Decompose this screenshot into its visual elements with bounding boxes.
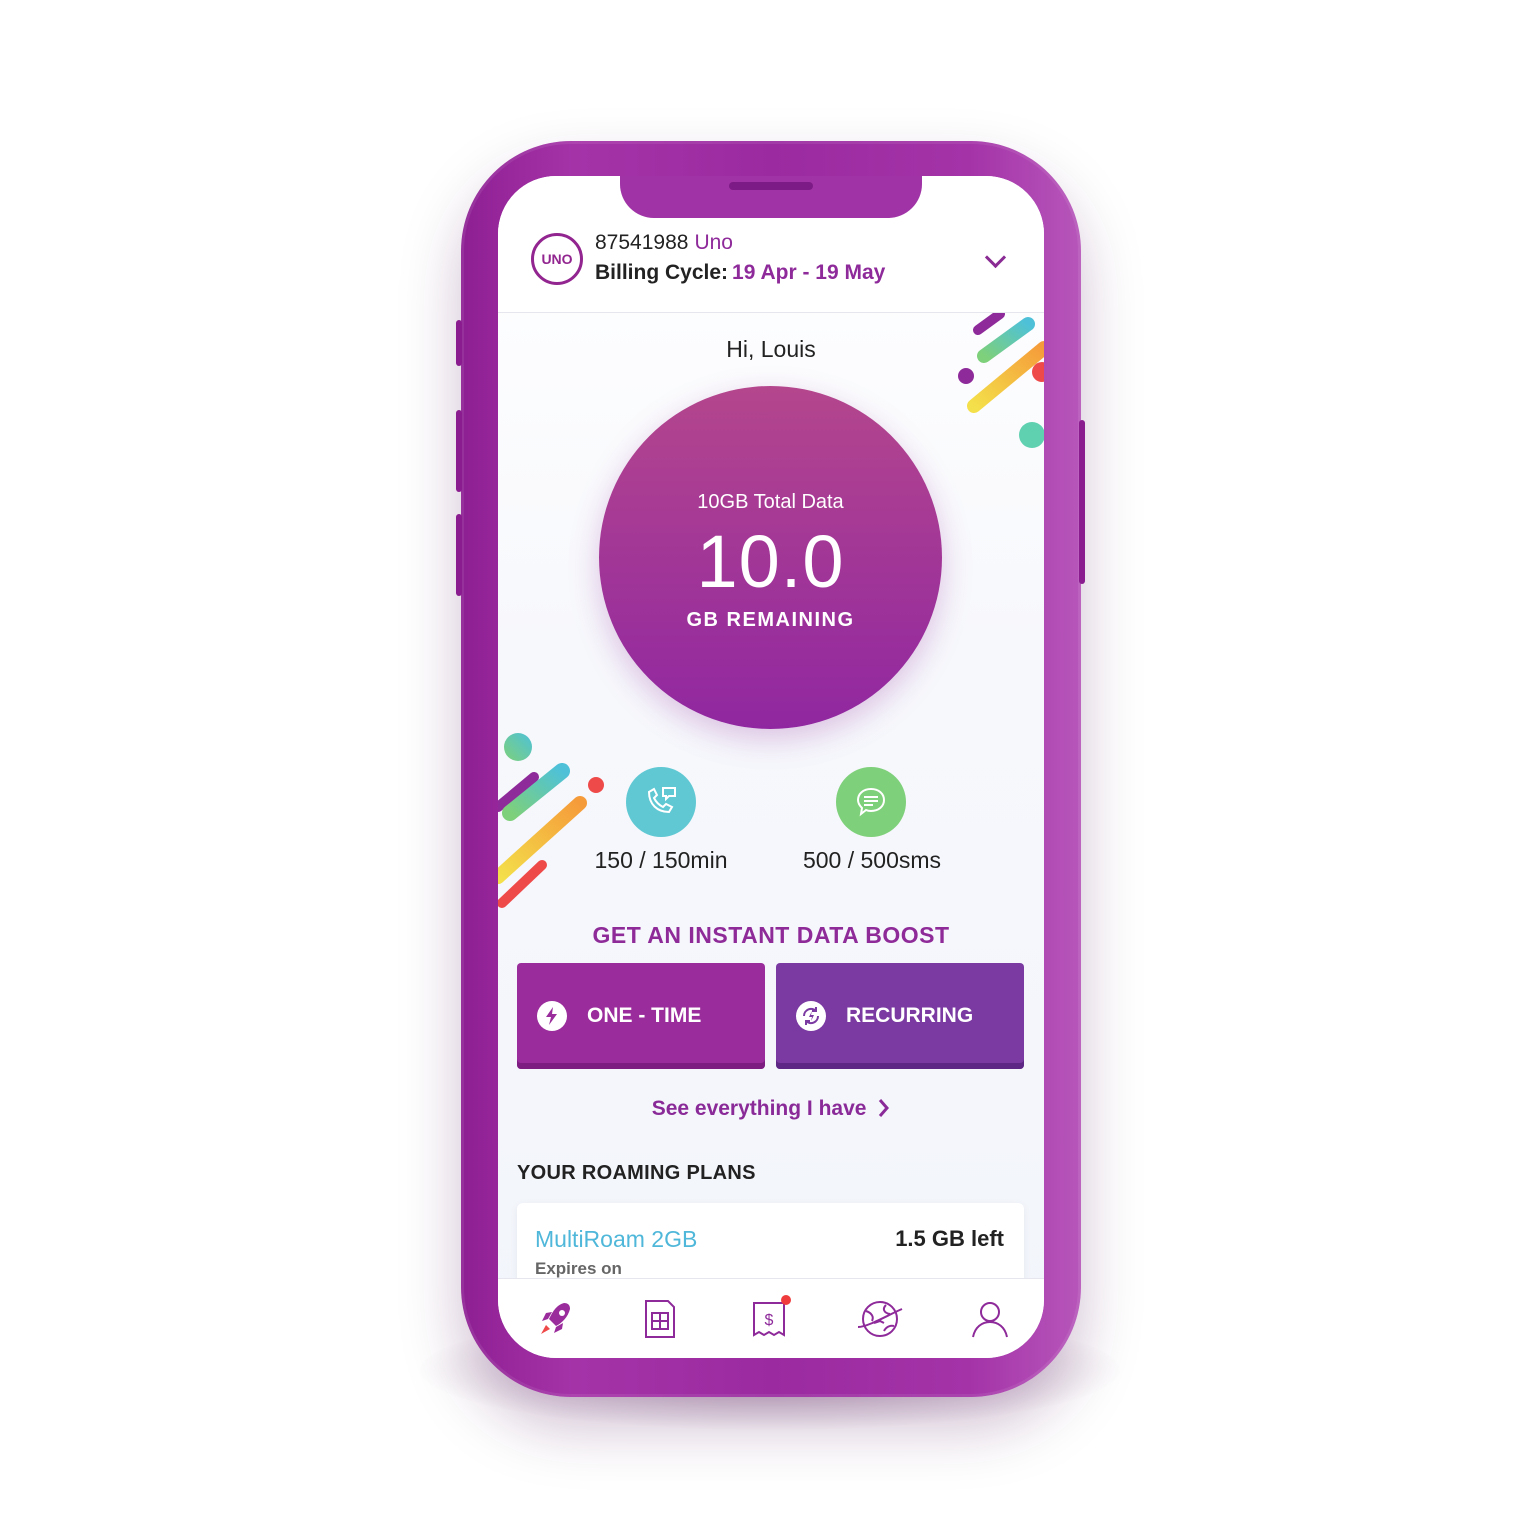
speaker-grille — [729, 182, 813, 190]
lightning-icon — [537, 1001, 567, 1031]
account-brand: Uno — [694, 231, 733, 254]
chevron-down-icon[interactable] — [984, 246, 1007, 269]
plan-expiry-label: Expires on — [535, 1259, 622, 1278]
power-button — [1079, 420, 1085, 584]
account-line: 87541988 Uno — [595, 231, 733, 255]
recurring-boost-button[interactable]: RECURRING — [776, 963, 1024, 1069]
data-boost-title: GET AN INSTANT DATA BOOST — [592, 922, 950, 948]
recurring-icon — [796, 1001, 826, 1031]
see-everything-link[interactable]: See everything I have — [498, 1097, 1044, 1121]
message-icon[interactable] — [836, 767, 906, 837]
billing-cycle: Billing Cycle: 19 Apr - 19 May — [595, 261, 885, 285]
see-everything-label: See everything I have — [651, 1097, 867, 1120]
recurring-label: RECURRING — [846, 1004, 974, 1027]
uno-logo: UNO — [531, 233, 583, 285]
rocket-icon[interactable] — [534, 1297, 578, 1341]
svg-text:$: $ — [765, 1312, 774, 1329]
silent-switch — [456, 320, 462, 366]
volume-down-button — [456, 514, 462, 596]
voice-usage: 150 / 150min — [594, 847, 728, 873]
one-time-label: ONE - TIME — [587, 1004, 702, 1027]
decor-streaks-left — [498, 733, 604, 908]
plan-name: MultiRoam 2GB — [535, 1226, 698, 1252]
billing-label: Billing Cycle: — [595, 261, 729, 284]
app-screen: UNO 87541988 Uno Billing Cycle: 19 Apr - 1… — [498, 176, 1044, 1358]
plan-remaining: 1.5 GB left — [895, 1226, 1004, 1251]
chevron-right-icon — [879, 1099, 890, 1117]
total-data-label: 10GB Total Data — [697, 491, 844, 513]
sms-usage: 500 / 500sms — [802, 847, 942, 873]
billing-dates: 19 Apr - 19 May — [732, 261, 886, 284]
profile-icon[interactable] — [968, 1297, 1012, 1341]
phone-number: 87541988 — [595, 231, 689, 254]
globe-plane-icon[interactable] — [856, 1297, 903, 1341]
roaming-plans-title: YOUR ROAMING PLANS — [517, 1162, 756, 1184]
bill-icon[interactable]: $ — [748, 1295, 792, 1341]
remaining-value: 10.0 — [696, 520, 845, 603]
greeting: Hi, Louis — [726, 336, 816, 362]
bottom-tab-bar: $ — [498, 1278, 1044, 1358]
one-time-boost-button[interactable]: ONE - TIME — [517, 963, 765, 1069]
notification-dot — [781, 1295, 791, 1305]
sim-card-icon[interactable] — [638, 1297, 682, 1341]
volume-up-button — [456, 410, 462, 492]
decor-streaks-top — [958, 309, 1044, 448]
phone-chat-icon[interactable] — [626, 767, 696, 837]
remaining-unit: GB REMAINING — [686, 609, 855, 631]
data-remaining-circle[interactable]: 10GB Total Data 10.0 GB REMAINING — [599, 386, 942, 729]
